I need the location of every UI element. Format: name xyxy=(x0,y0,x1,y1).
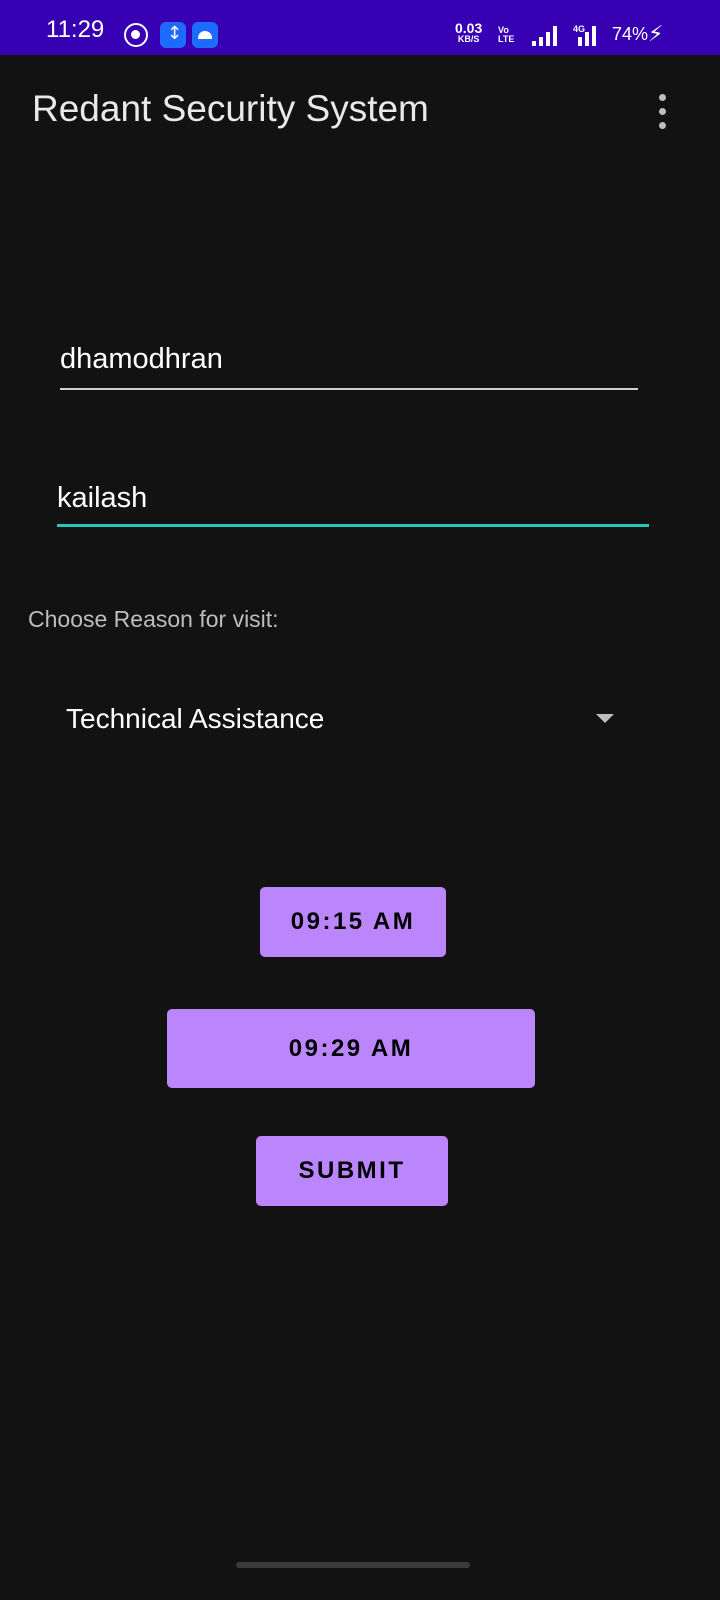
charging-icon: ⚡ xyxy=(648,22,664,47)
status-bar: 11:29 0.03 KB/S Vo LTE 4G 74% ⚡ xyxy=(0,0,720,55)
network-speed-unit: KB/S xyxy=(457,34,480,44)
reason-dropdown[interactable]: Technical Assistance xyxy=(50,690,630,750)
dropdown-arrow-icon xyxy=(596,714,614,723)
volte-icon: Vo LTE xyxy=(498,26,514,44)
app-title: Redant Security System xyxy=(32,88,429,129)
reason-selected-value: Technical Assistance xyxy=(66,703,325,734)
submit-button[interactable]: SUBMIT xyxy=(256,1136,448,1206)
signal-icon xyxy=(532,26,558,46)
usb-debug-icon xyxy=(160,22,186,48)
volte-label-bottom: LTE xyxy=(498,34,515,44)
signal-4g-icon xyxy=(574,26,600,46)
host-name-input[interactable] xyxy=(57,472,649,527)
status-time: 11:29 xyxy=(46,16,105,43)
more-vert-icon[interactable] xyxy=(650,92,676,132)
gesture-nav-handle[interactable] xyxy=(236,1562,470,1568)
start-time-button[interactable]: 09:15 AM xyxy=(260,887,446,957)
network-speed: 0.03 KB/S xyxy=(455,21,482,44)
visitor-name-input[interactable] xyxy=(60,330,638,390)
reason-label: Choose Reason for visit: xyxy=(28,606,279,632)
battery-level: 74% xyxy=(612,24,649,44)
end-time-button[interactable]: 09:29 AM xyxy=(167,1009,535,1088)
whatsapp-icon xyxy=(124,23,148,47)
android-icon xyxy=(192,22,218,48)
